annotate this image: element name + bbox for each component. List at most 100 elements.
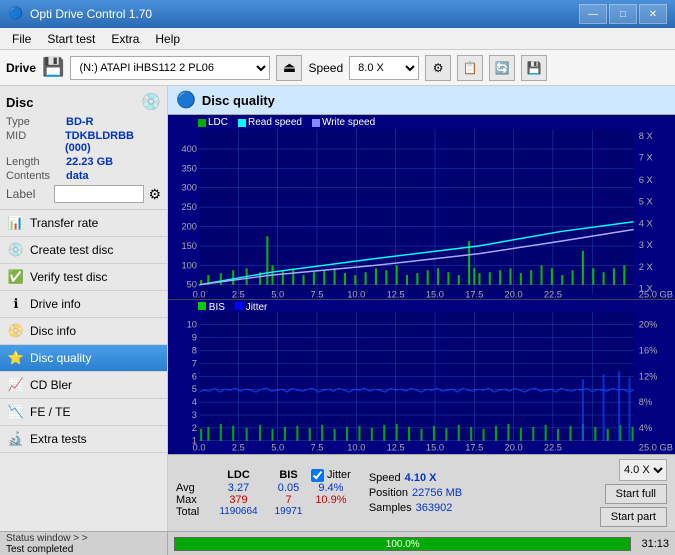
samples-stat-value: 363902 (416, 502, 453, 514)
info-button[interactable]: 📋 (457, 55, 483, 81)
menu-start-test[interactable]: Start test (39, 28, 103, 49)
jitter-check-container: Jitter (311, 469, 351, 482)
total-jitter (311, 506, 351, 518)
sidebar-item-disc-info[interactable]: 📀 Disc info (0, 318, 167, 345)
svg-text:150: 150 (181, 241, 197, 251)
action-section: 4.0 X Start full Start part (600, 459, 667, 527)
menu-file[interactable]: File (4, 28, 39, 49)
drive-label: Drive (6, 61, 36, 75)
max-label: Max (176, 494, 211, 506)
menu-help[interactable]: Help (147, 28, 188, 49)
start-part-button[interactable]: Start part (600, 507, 667, 527)
svg-text:200: 200 (181, 222, 197, 232)
drive-select[interactable]: (N:) ATAPI iHBS112 2 PL06 (70, 56, 270, 80)
svg-text:5.0: 5.0 (271, 443, 284, 453)
jitter-legend-label: Jitter (246, 302, 268, 313)
lower-legend: BIS (198, 302, 225, 313)
time-display: 31:13 (641, 538, 669, 550)
svg-text:300: 300 (181, 183, 197, 193)
jitter-checkbox[interactable] (311, 469, 324, 482)
sidebar-item-fe-te[interactable]: 📉 FE / TE (0, 399, 167, 426)
speed-row: Speed 4.10 X (369, 472, 462, 484)
sidebar-item-disc-quality[interactable]: ⭐ Disc quality (0, 345, 167, 372)
speed-label: Speed (308, 61, 343, 75)
svg-text:20%: 20% (639, 320, 658, 330)
mid-label: MID (6, 130, 65, 154)
start-full-button[interactable]: Start full (605, 484, 667, 504)
max-row: Max 379 7 10.9% (176, 494, 351, 506)
maximize-button[interactable]: □ (609, 4, 637, 24)
sidebar-item-cd-bler[interactable]: 📈 CD Bler (0, 372, 167, 399)
menu-extra[interactable]: Extra (103, 28, 147, 49)
options-button[interactable]: ⚙ (425, 55, 451, 81)
disc-quality-icon: ⭐ (8, 350, 24, 366)
svg-text:10.0: 10.0 (347, 443, 365, 453)
ldc-legend-label: LDC (208, 117, 228, 128)
refresh-button[interactable]: 🔄 (489, 55, 515, 81)
length-label: Length (6, 156, 66, 168)
svg-text:17.5: 17.5 (465, 290, 483, 300)
svg-text:20.0: 20.0 (505, 290, 523, 300)
legend-write-speed: Write speed (312, 117, 375, 128)
svg-text:12%: 12% (639, 372, 658, 382)
lower-chart: BIS Jitter (168, 300, 675, 454)
stats-table: LDC BIS Jitter Avg 3.27 0.05 9.4% (176, 469, 351, 518)
svg-text:5.0: 5.0 (271, 290, 284, 300)
mid-value: TDKBLDRBB (000) (65, 130, 161, 154)
speed-select[interactable]: 8.0 X (349, 56, 419, 80)
label-input[interactable] (54, 185, 144, 203)
drive-icon: 💾 (42, 57, 64, 78)
stats-speed-select[interactable]: 4.0 X (619, 459, 667, 481)
sidebar-item-extra-tests-label: Extra tests (30, 432, 87, 446)
sidebar-item-transfer-rate[interactable]: 📊 Transfer rate (0, 210, 167, 237)
svg-text:0.0: 0.0 (193, 290, 206, 300)
sidebar-item-fe-te-label: FE / TE (30, 405, 70, 419)
sidebar-item-create-test-disc[interactable]: 💿 Create test disc (0, 237, 167, 264)
position-row: Position 22756 MB (369, 487, 462, 499)
ldc-header: LDC (211, 469, 266, 482)
menu-bar: File Start test Extra Help (0, 28, 675, 50)
eject-button[interactable]: ⏏ (276, 55, 302, 81)
title-bar: 🔵 Opti Drive Control 1.70 — □ ✕ (0, 0, 675, 28)
content-area: 🔵 Disc quality LDC Read speed (168, 86, 675, 531)
label-edit-icon[interactable]: ⚙ (148, 186, 161, 203)
close-button[interactable]: ✕ (639, 4, 667, 24)
read-speed-legend-label: Read speed (248, 117, 302, 128)
save-button[interactable]: 💾 (521, 55, 547, 81)
svg-text:2 X: 2 X (639, 263, 653, 273)
sidebar-item-cd-bler-label: CD Bler (30, 378, 72, 392)
svg-text:350: 350 (181, 164, 197, 174)
samples-stat-label: Samples (369, 502, 412, 514)
disc-quality-header-icon: 🔵 (176, 90, 196, 110)
contents-label: Contents (6, 170, 66, 182)
speed-select-row: 4.0 X (619, 459, 667, 481)
disc-quality-title: Disc quality (202, 93, 275, 108)
ldc-color-dot (198, 119, 206, 127)
sidebar-item-drive-info[interactable]: ℹ Drive info (0, 291, 167, 318)
stats-bar: LDC BIS Jitter Avg 3.27 0.05 9.4% (168, 454, 675, 531)
progress-text: 100.0% (175, 538, 630, 552)
svg-text:5 X: 5 X (639, 197, 653, 207)
svg-text:4: 4 (192, 398, 197, 408)
upper-chart: LDC Read speed Write speed (168, 115, 675, 300)
minimize-button[interactable]: — (579, 4, 607, 24)
disc-eject-icon[interactable]: 💿 (141, 92, 161, 112)
jitter-header: Jitter (327, 469, 351, 481)
type-label: Type (6, 116, 66, 128)
status-left: Status window > > Test completed (0, 532, 168, 555)
sidebar-item-verify-test-disc-label: Verify test disc (30, 270, 107, 284)
drive-bar: Drive 💾 (N:) ATAPI iHBS112 2 PL06 ⏏ Spee… (0, 50, 675, 86)
svg-text:4%: 4% (639, 423, 652, 433)
svg-text:2.5: 2.5 (232, 290, 245, 300)
sidebar: Disc 💿 Type BD-R MID TDKBLDRBB (000) Len… (0, 86, 168, 531)
contents-value: data (66, 170, 89, 182)
sidebar-item-verify-test-disc[interactable]: ✅ Verify test disc (0, 264, 167, 291)
svg-text:6 X: 6 X (639, 175, 653, 185)
svg-text:20.0: 20.0 (505, 443, 523, 453)
legend-read-speed: Read speed (238, 117, 302, 128)
sidebar-item-extra-tests[interactable]: 🔬 Extra tests (0, 426, 167, 453)
status-window-label[interactable]: Status window > > (6, 533, 161, 544)
sidebar-item-disc-quality-label: Disc quality (30, 351, 91, 365)
disc-info-panel: Disc 💿 Type BD-R MID TDKBLDRBB (000) Len… (0, 86, 167, 210)
svg-text:9: 9 (192, 333, 197, 343)
